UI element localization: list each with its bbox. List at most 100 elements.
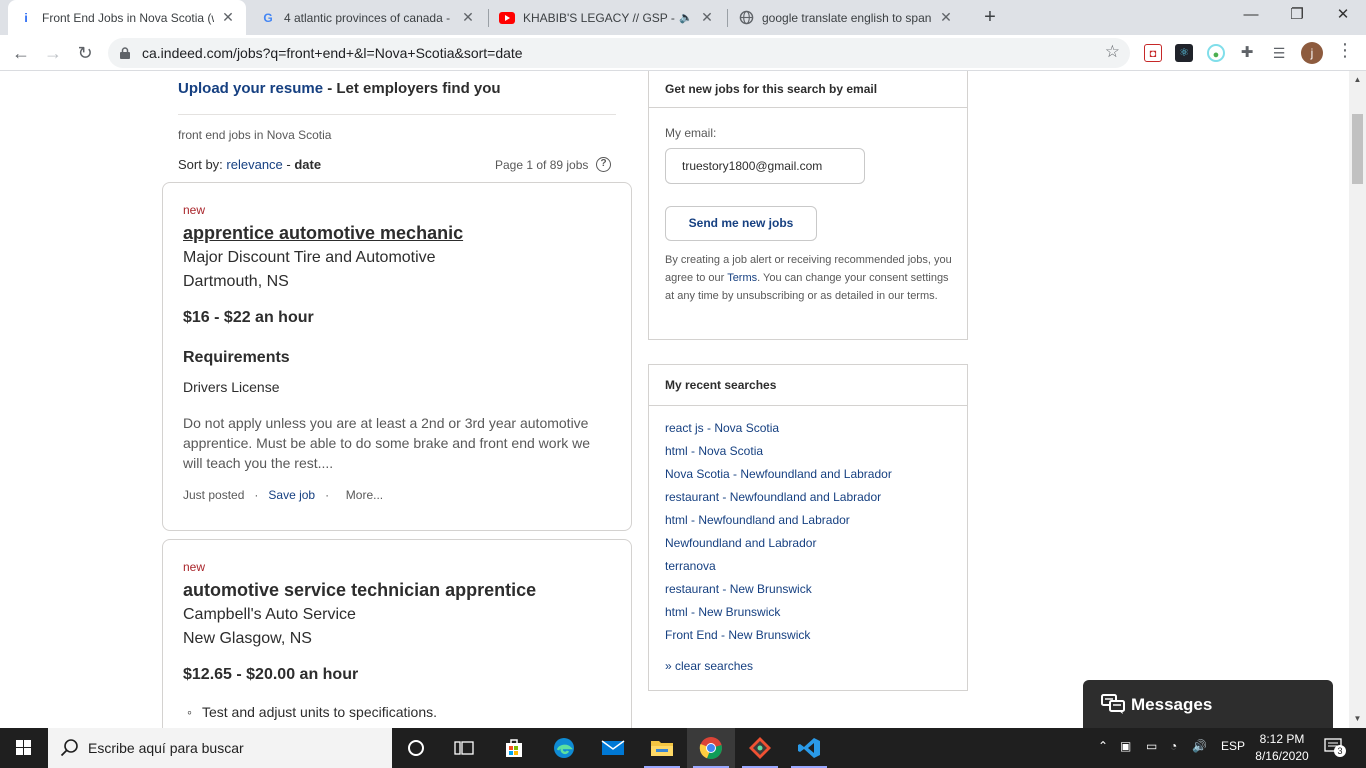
job-card[interactable]: new apprentice automotive mechanic Major…: [162, 182, 632, 531]
help-icon[interactable]: ?: [596, 157, 611, 172]
recent-search-link[interactable]: html - New Brunswick: [665, 605, 780, 619]
media-queue-icon[interactable]: ☰: [1270, 44, 1288, 62]
close-icon[interactable]: ✕: [460, 9, 476, 26]
dot-separator: ·: [318, 488, 343, 502]
gitkraken-icon[interactable]: [736, 728, 784, 768]
recent-search-link[interactable]: Nova Scotia - Newfoundland and Labrador: [665, 467, 892, 481]
requirements-heading: Requirements: [183, 349, 290, 366]
address-bar[interactable]: ca.indeed.com/jobs?q=front+end+&l=Nova+S…: [108, 38, 1130, 68]
battery-icon[interactable]: ▭: [1146, 739, 1157, 753]
task-view-icon[interactable]: [440, 728, 488, 768]
cortana-icon[interactable]: [392, 728, 440, 768]
recent-search-link[interactable]: react js - Nova Scotia: [665, 421, 779, 435]
scroll-up-arrow-icon[interactable]: ▲: [1351, 75, 1364, 84]
recent-search-link[interactable]: restaurant - Newfoundland and Labrador: [665, 490, 881, 504]
vscode-icon[interactable]: [785, 728, 833, 768]
volume-icon[interactable]: 🔊: [1192, 739, 1207, 753]
terms-link[interactable]: Terms: [727, 272, 757, 284]
tab-title: 4 atlantic provinces of canada - B: [284, 10, 454, 25]
window-close-icon[interactable]: ✕: [1320, 0, 1366, 32]
bookmark-star-icon[interactable]: ☆: [1105, 42, 1120, 62]
close-icon[interactable]: ✕: [938, 9, 954, 26]
clock-time: 8:12 PM: [1259, 732, 1305, 746]
sort-separator: -: [282, 157, 295, 172]
menu-kebab-icon[interactable]: ⋮: [1336, 40, 1354, 61]
job-footer: Just posted · Save job · More...: [183, 488, 383, 502]
taskbar-search-box[interactable]: Escribe aquí para buscar: [48, 728, 392, 768]
job-location: New Glasgow, NS: [183, 630, 312, 647]
clock-date: 8/16/2020: [1255, 749, 1309, 763]
recent-search-link[interactable]: terranova: [665, 559, 716, 573]
upload-resume-suffix: - Let employers find you: [323, 80, 501, 97]
react-devtools-icon[interactable]: ⚛: [1175, 44, 1193, 62]
tab-title: KHABIB'S LEGACY // GSP - FI: [523, 10, 676, 25]
job-title[interactable]: automotive service technician apprentice: [183, 580, 536, 601]
extension-shield-icon[interactable]: ◘: [1144, 44, 1162, 62]
recent-search-link[interactable]: html - Newfoundland and Labrador: [665, 513, 850, 527]
sort-label: Sort by:: [178, 157, 227, 172]
tab-google[interactable]: G 4 atlantic provinces of canada - B ✕: [250, 0, 486, 35]
profile-avatar[interactable]: j: [1301, 42, 1323, 64]
tab-indeed[interactable]: i Front End Jobs in Nova Scotia (w ✕: [8, 0, 246, 35]
input-language[interactable]: ESP: [1221, 739, 1245, 753]
sort-relevance-link[interactable]: relevance: [226, 157, 282, 172]
taskbar-search-placeholder: Escribe aquí para buscar: [88, 740, 244, 756]
tab-strip: i Front End Jobs in Nova Scotia (w ✕ G 4…: [0, 0, 1366, 35]
chrome-icon[interactable]: [687, 728, 735, 768]
close-icon[interactable]: ✕: [699, 9, 715, 26]
divider: [649, 107, 967, 108]
scrollbar-thumb[interactable]: [1352, 114, 1363, 184]
send-new-jobs-button[interactable]: Send me new jobs: [665, 206, 817, 241]
mail-icon[interactable]: [589, 728, 637, 768]
search-icon: [60, 738, 80, 763]
tray-wifi-alert-icon[interactable]: ▣: [1120, 739, 1131, 753]
tab-translate[interactable]: google translate english to spani ✕: [728, 0, 964, 35]
dot-separator: ·: [247, 488, 266, 502]
notification-count: 3: [1334, 745, 1346, 757]
recent-search-link[interactable]: Newfoundland and Labrador: [665, 536, 816, 550]
tray-chevron-icon[interactable]: ⌃: [1098, 739, 1108, 753]
windows-start-icon[interactable]: [0, 728, 48, 768]
back-icon[interactable]: ←: [8, 40, 34, 66]
email-field[interactable]: truestory1800@gmail.com: [665, 148, 865, 184]
close-icon[interactable]: ✕: [220, 9, 236, 26]
recent-search-link[interactable]: restaurant - New Brunswick: [665, 582, 812, 596]
new-tab-icon[interactable]: +: [978, 5, 1002, 29]
more-link[interactable]: More...: [346, 488, 383, 502]
color-picker-icon[interactable]: ●: [1207, 44, 1225, 62]
job-location: Dartmouth, NS: [183, 273, 289, 290]
company-name: Campbell's Auto Service: [183, 606, 356, 623]
extensions-puzzle-icon[interactable]: ✚: [1238, 44, 1256, 62]
file-explorer-icon[interactable]: [638, 728, 686, 768]
scroll-down-arrow-icon[interactable]: ▼: [1351, 714, 1364, 723]
clear-searches-link[interactable]: » clear searches: [665, 659, 753, 673]
minimize-icon[interactable]: —: [1228, 0, 1274, 32]
save-job-link[interactable]: Save job: [268, 488, 315, 502]
job-salary: $12.65 - $20.00 an hour: [183, 666, 359, 683]
messages-widget[interactable]: Messages: [1083, 680, 1333, 728]
recent-search-link[interactable]: Front End - New Brunswick: [665, 628, 810, 642]
notifications-icon[interactable]: 3: [1324, 738, 1346, 757]
store-icon[interactable]: [490, 728, 538, 768]
job-title[interactable]: apprentice automotive mechanic: [183, 223, 463, 244]
clock[interactable]: 8:12 PM 8/16/2020: [1252, 731, 1312, 765]
divider: [178, 114, 616, 115]
upload-resume-link[interactable]: Upload your resume: [178, 80, 323, 97]
company-name: Major Discount Tire and Automotive: [183, 249, 436, 266]
job-alert-box: Get new jobs for this search by email My…: [648, 71, 968, 340]
tab-title: google translate english to spani: [762, 10, 932, 25]
sort-date-current: date: [294, 157, 322, 172]
reload-icon[interactable]: ↻: [72, 40, 98, 66]
job-card[interactable]: new automotive service technician appren…: [162, 539, 632, 759]
url-text: ca.indeed.com/jobs?q=front+end+&l=Nova+S…: [142, 45, 523, 61]
breadcrumb: front end jobs in Nova Scotia: [178, 128, 332, 142]
job-salary: $16 - $22 an hour: [183, 309, 314, 326]
edge-icon[interactable]: [540, 728, 588, 768]
recent-search-link[interactable]: html - Nova Scotia: [665, 444, 763, 458]
network-icon[interactable]: ◔: [1170, 739, 1177, 753]
speaker-icon[interactable]: 🔈: [679, 11, 693, 24]
tab-youtube[interactable]: KHABIB'S LEGACY // GSP - FI 🔈 ✕: [489, 0, 725, 35]
forward-icon[interactable]: →: [40, 40, 66, 66]
job-alert-heading: Get new jobs for this search by email: [665, 82, 878, 96]
restore-icon[interactable]: ❐: [1274, 0, 1320, 32]
